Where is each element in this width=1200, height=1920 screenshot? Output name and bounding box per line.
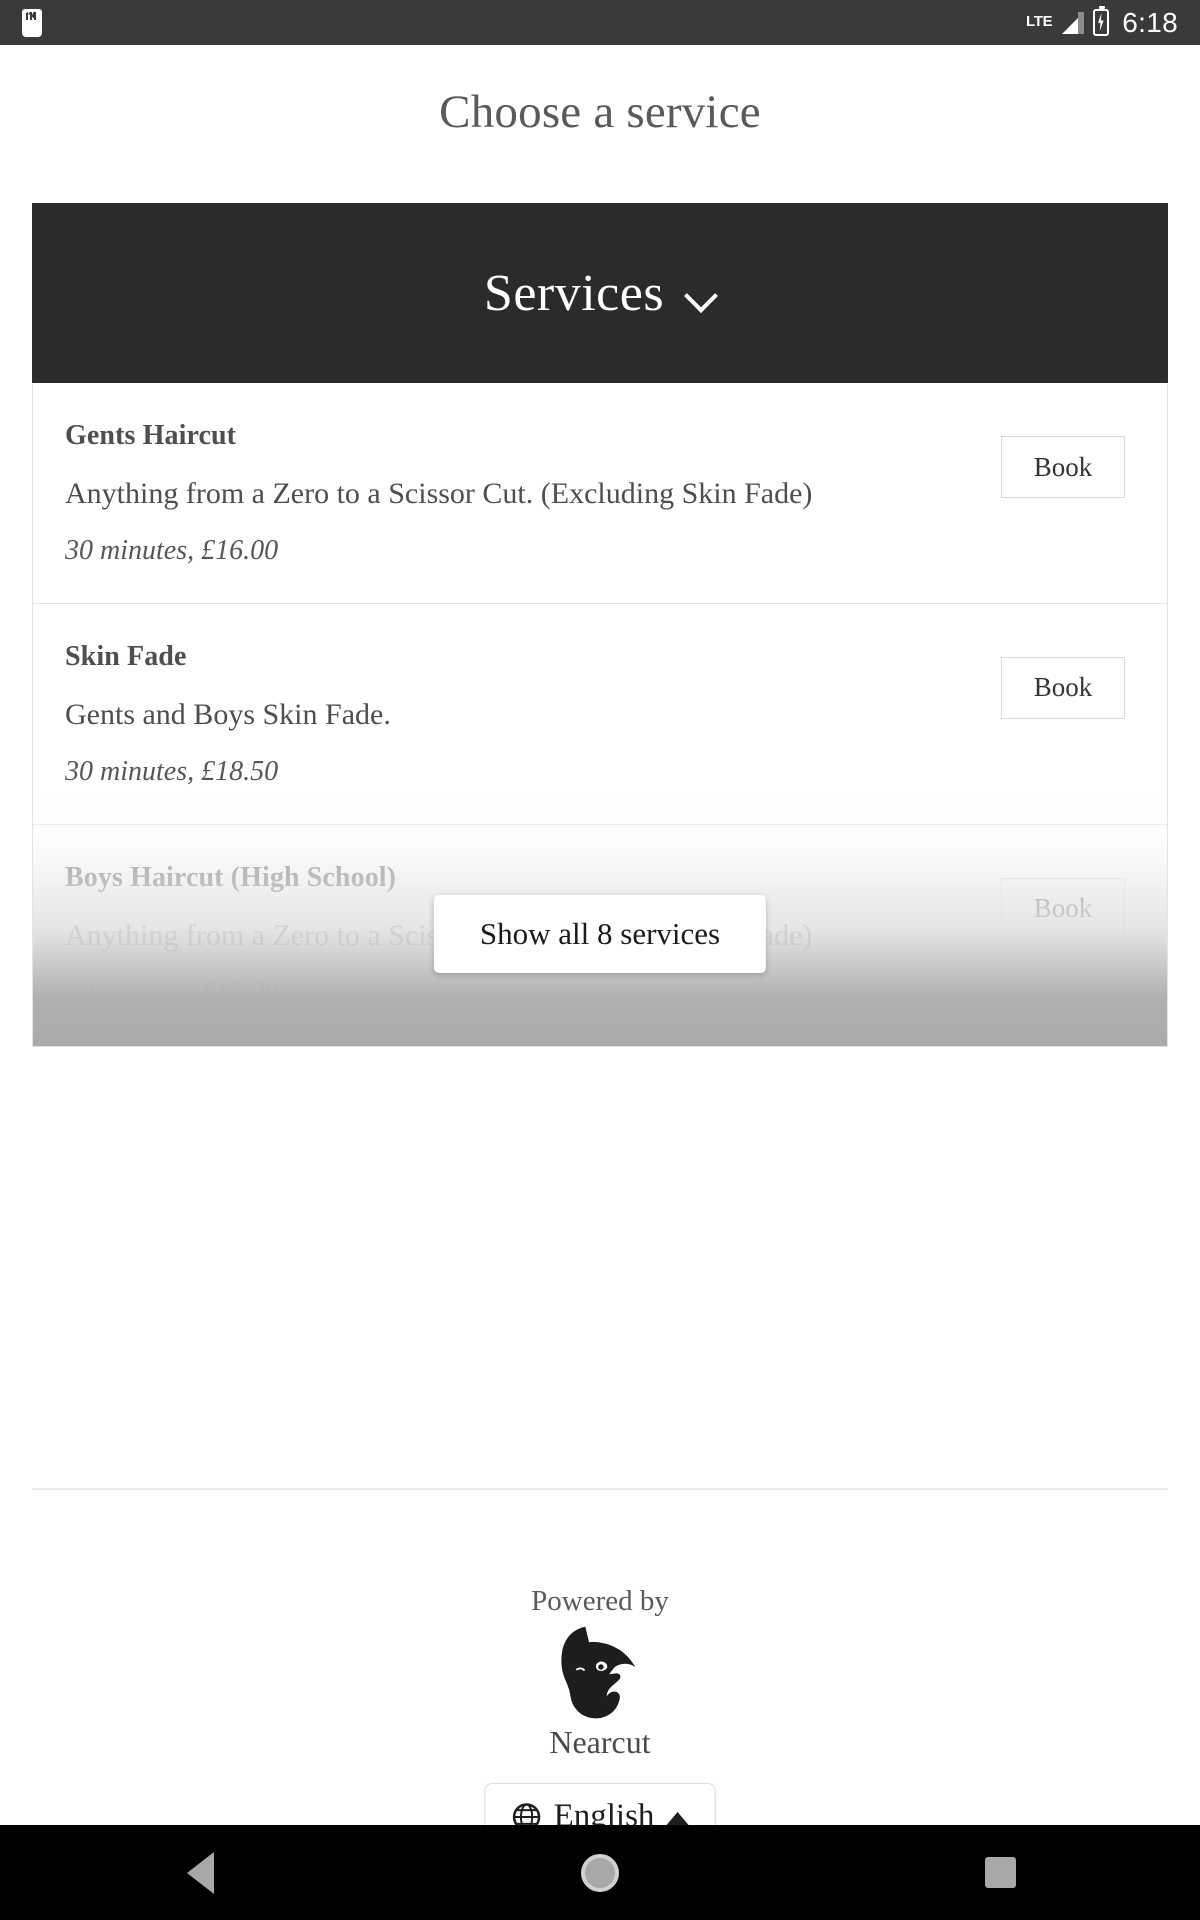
- nav-home-button[interactable]: [530, 1825, 670, 1920]
- signal-bars-icon: [1058, 10, 1085, 36]
- status-bar: LTE 6:18: [0, 0, 1200, 45]
- footer-divider: [32, 1488, 1168, 1490]
- service-name: Boys Haircut (High School): [65, 861, 397, 893]
- back-triangle-icon: [186, 1851, 214, 1894]
- book-button[interactable]: Book: [1001, 656, 1125, 719]
- page-title: Choose a service: [439, 86, 761, 138]
- network-type-label: LTE: [1025, 12, 1053, 30]
- service-description: Gents and Boys Skin Fade.: [65, 697, 391, 731]
- show-all-services-button[interactable]: Show all 8 services: [433, 894, 767, 973]
- status-bar-clock: 6:18: [1122, 6, 1178, 38]
- service-duration-price: 30 minutes, £13.00: [65, 976, 279, 1008]
- service-name: Gents Haircut: [65, 420, 237, 451]
- chevron-down-icon[interactable]: [686, 282, 716, 312]
- home-circle-icon: [581, 1853, 619, 1892]
- service-duration-price: 30 minutes, £18.50: [65, 755, 279, 787]
- caret-up-icon[interactable]: [666, 1812, 689, 1825]
- status-bar-left: [22, 8, 42, 37]
- battery-charging-icon: [1093, 6, 1110, 36]
- powered-by-label: Powered by: [531, 1585, 669, 1617]
- android-nav-bar: [0, 1825, 1200, 1920]
- recents-square-icon: [984, 1857, 1016, 1888]
- book-button[interactable]: Book: [1001, 877, 1125, 940]
- footer: Powered by Nearcut: [0, 1585, 1200, 1761]
- sdcard-icon: [22, 8, 42, 37]
- service-row: Gents Haircut Anything from a Zero to a …: [33, 383, 1167, 604]
- service-description: Anything from a Zero to a Scissor Cut. (…: [65, 477, 813, 510]
- service-row: Skin Fade Gents and Boys Skin Fade. 30 m…: [33, 604, 1167, 825]
- nav-back-button[interactable]: [130, 1825, 270, 1920]
- services-card: Services Gents Haircut Anything from a Z…: [32, 203, 1168, 1047]
- book-button[interactable]: Book: [1001, 436, 1125, 498]
- services-dropdown-header[interactable]: Services: [32, 203, 1168, 383]
- services-list: Gents Haircut Anything from a Zero to a …: [32, 383, 1168, 1047]
- service-name: Skin Fade: [65, 640, 187, 672]
- status-bar-right: LTE 6:18: [1025, 6, 1178, 39]
- bearded-man-logo-icon: [561, 1626, 636, 1719]
- service-info: Skin Fade Gents and Boys Skin Fade. 30 m…: [65, 641, 1001, 788]
- brand-name: Nearcut: [549, 1724, 651, 1760]
- sdcard-contacts: [26, 12, 36, 20]
- service-info: Gents Haircut Anything from a Zero to a …: [65, 420, 1001, 567]
- nav-recents-button[interactable]: [930, 1825, 1070, 1920]
- service-duration-price: 30 minutes, £16.00: [65, 534, 279, 566]
- services-header-label: Services: [483, 264, 665, 322]
